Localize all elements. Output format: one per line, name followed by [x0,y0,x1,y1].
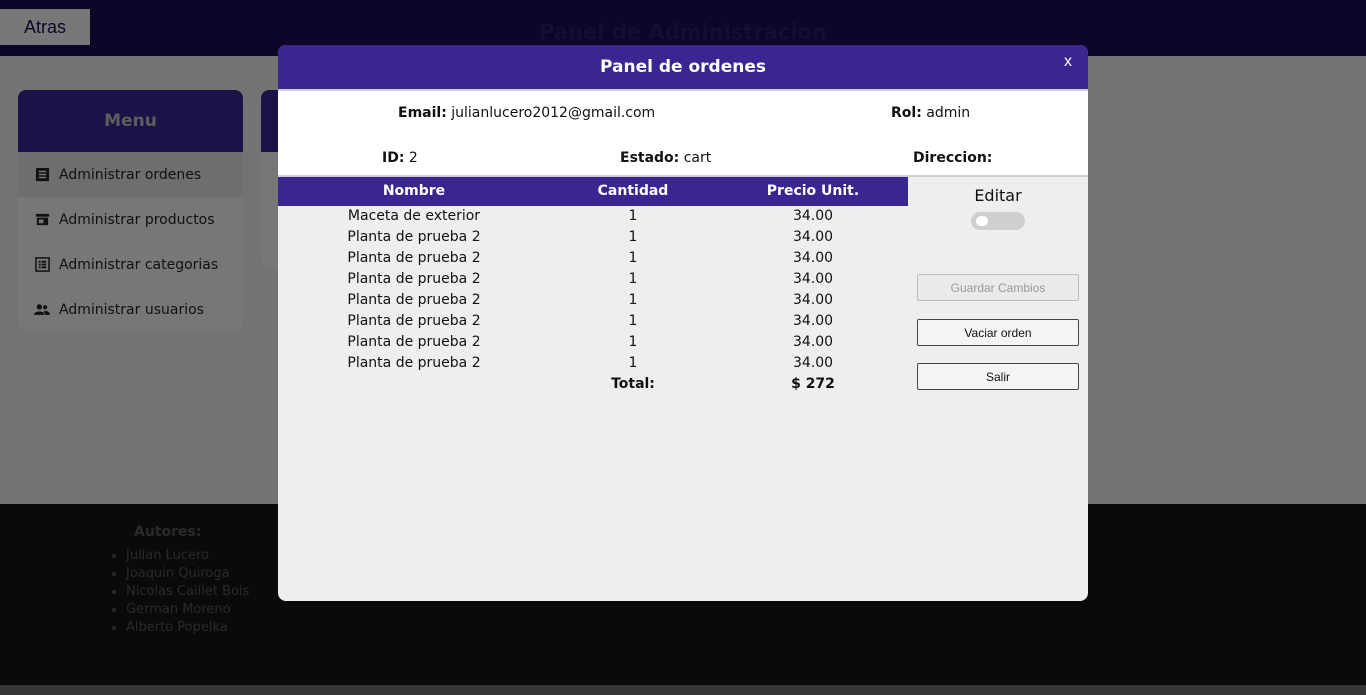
table-row: Planta de prueba 2 1 34.00 [347,292,834,308]
table-row: Planta de prueba 2 1 34.00 [347,250,834,266]
email-value: julianlucero2012@gmail.com [451,105,656,121]
modal-title: Panel de ordenes [600,57,766,77]
edit-label: Editar [974,186,1022,205]
table-row: Planta de prueba 2 1 34.00 [347,355,834,371]
order-info: Email: julianlucero2012@gmail.com Rol: a… [278,89,1088,177]
total-value: $ 272 [791,376,835,392]
close-button[interactable]: x [1064,53,1072,71]
rol-field: Rol: admin [891,105,971,121]
table-row: Planta de prueba 2 1 34.00 [347,334,834,350]
column-header-nombre: Nombre [382,183,446,199]
modal-header: Panel de ordenes x [278,45,1088,89]
table-row: Planta de prueba 2 1 34.00 [347,313,834,329]
edit-toggle[interactable] [971,212,1025,230]
estado-value: cart [683,150,712,166]
estado-field: Estado: cart [620,150,712,166]
column-header-precio: Precio Unit. [766,183,860,199]
exit-button[interactable]: Salir [917,363,1079,390]
table-header: Nombre Cantidad Precio Unit. [278,177,908,206]
email-field: Email: julianlucero2012@gmail.com [398,105,656,121]
direccion-field: Direccion: [913,150,993,166]
rol-value: admin [926,105,971,121]
total-label: Total: [611,376,655,392]
table-row: Planta de prueba 2 1 34.00 [347,271,834,287]
column-header-cantidad: Cantidad [597,183,669,199]
table-body: Maceta de exterior 1 34.00 Planta de prueb… [278,206,908,395]
total-row: Total: $ 272 [278,374,908,395]
save-changes-button[interactable]: Guardar Cambios [917,274,1079,301]
id-field: ID: 2 [382,150,418,166]
toggle-knob [976,216,988,226]
table-row: Maceta de exterior 1 34.00 [347,208,834,224]
table-row: Planta de prueba 2 1 34.00 [347,229,834,245]
id-value: 2 [408,150,418,166]
order-modal: Panel de ordenes x Email: julianlucero20… [278,45,1088,601]
empty-order-button[interactable]: Vaciar orden [917,319,1079,346]
order-area: Nombre Cantidad Precio Unit. Maceta de e… [278,177,1088,599]
